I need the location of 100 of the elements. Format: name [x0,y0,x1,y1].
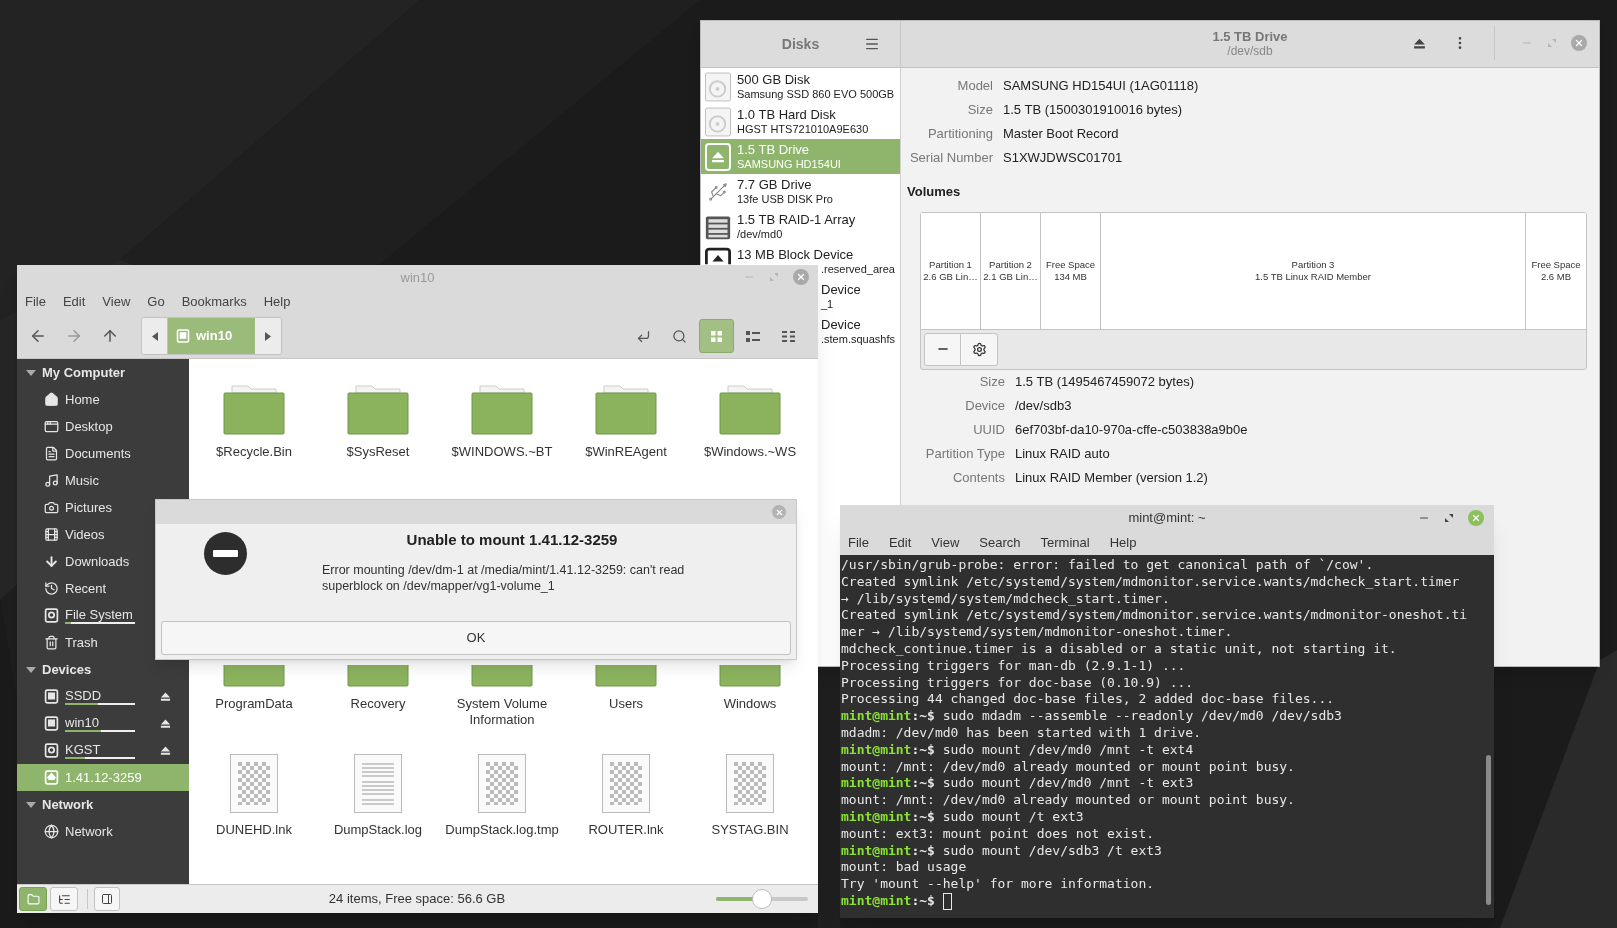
terminal-line: mdadm: /dev/md0 has been started with 1 drive. [840,724,1202,742]
sidebar-label: Music [65,471,99,490]
sidebar-item[interactable]: win10 [17,710,189,737]
search-icon[interactable] [672,328,687,344]
menu-item[interactable]: Terminal [1040,533,1090,553]
folder-icon [471,385,533,435]
property-value: 1.5 TB (1495467459072 bytes) [1015,372,1194,391]
prompt-path: :~$ [911,775,935,793]
drive-item[interactable]: 7.7 GB Drive 13fe USB DISK Pro [701,174,900,209]
menu-item[interactable]: File [25,292,46,312]
menu-item[interactable]: Bookmarks [181,292,247,312]
prompt-user: mint@mint [841,842,912,860]
menu-item[interactable]: File [848,533,869,553]
menu-icon[interactable] [864,36,880,52]
folder-icon [595,385,657,435]
sidebar-item[interactable]: Desktop [17,413,189,440]
property-label: Partition Type [924,444,1005,463]
partition-block[interactable]: Partition 3 1.5 TB Linux RAID Member [1101,212,1526,329]
ok-button[interactable]: OK [161,621,791,655]
menu-item[interactable]: Edit [62,292,86,312]
file-name[interactable]: ProgramData [195,696,313,712]
settings-button[interactable] [961,332,998,366]
zoom-slider[interactable] [714,889,810,909]
menu-item[interactable]: Go [147,292,165,312]
drive-model: SAMSUNG HD154UI [737,156,841,171]
file-name[interactable]: ROUTER.lnk [567,822,685,838]
folder-icon [719,665,781,687]
sidebar-item[interactable]: Music [17,467,189,494]
drive-model: 13fe USB DISK Pro [737,191,833,206]
file-name[interactable]: DUNEHD.lnk [195,822,313,838]
expander-icon[interactable] [26,799,36,810]
maximize-icon[interactable] [1444,513,1454,523]
status-text: 24 items, Free space: 56.6 GB [328,890,506,909]
film-icon [44,527,59,542]
back-icon[interactable] [29,327,47,345]
folder-icon [223,665,285,687]
file-name[interactable]: $WinREAgent [567,444,685,460]
sidebar-label: 1.41.12-3259 [65,768,142,787]
sidebar-title: Disks [781,34,820,54]
sidebar-item[interactable]: Network [17,818,189,845]
menu-item[interactable]: Help [1109,533,1137,553]
menu-item[interactable]: View [102,292,131,312]
sidebar-label: SSDD [65,688,103,703]
partition-block[interactable]: Partition 1 2.6 GB Lin… [921,212,981,329]
property-value: 6ef703bf-da10-970a-cffe-c503838a9b0e [1015,420,1248,439]
sidebar-item[interactable]: SSDD [17,683,189,710]
up-icon[interactable] [101,327,119,345]
globe-icon [44,824,59,839]
drive-icon [44,689,59,704]
drive-item[interactable]: 500 GB Disk Samsung SSD 860 EVO 500GB [701,69,900,104]
drive-name[interactable]: 13 MB Block Device [737,247,854,262]
menu-item[interactable]: Edit [888,533,912,553]
drive-name: 1.0 TB Hard Disk [737,107,836,122]
menu-item[interactable]: Help [263,292,291,312]
sidebar-item[interactable]: KGST [17,737,189,764]
drive-icon [44,743,59,758]
drive-item[interactable]: 1.5 TB RAID-1 Array /dev/md0 [701,209,900,244]
tree-button[interactable] [50,887,78,911]
file-name[interactable]: DumpStack.log.tmp [443,822,561,838]
file-name[interactable]: $Recycle.Bin [195,444,313,460]
sidebar-label: Trash [65,633,98,652]
partition-block[interactable]: Partition 2 2.1 GB Lin… [981,212,1041,329]
folder-icon [347,385,409,435]
sidebar-item[interactable]: Documents [17,440,189,467]
property-label: Model [956,77,993,96]
next-button[interactable] [255,318,281,354]
prompt-user: mint@mint [841,892,912,910]
camera-icon [44,500,59,515]
menu-item[interactable]: View [931,533,960,553]
list-icon [745,330,760,342]
partition-block[interactable]: Free Space 2.6 MB [1526,212,1586,329]
tree-icon [57,892,71,906]
sidebar-toggle-button[interactable] [94,887,120,911]
location-toggle-icon[interactable] [636,328,651,344]
property-label: Contents [951,468,1005,487]
file-name[interactable]: Windows [691,696,809,712]
file-name[interactable]: Recovery [319,696,437,712]
terminal-line: mount: bad usage [840,859,967,877]
menu-item[interactable]: Search [979,533,1021,553]
file-name[interactable]: $WINDOWS.~BT [443,444,561,460]
partition-block[interactable]: Free Space 134 MB [1041,212,1101,329]
drive-model: .reserved_area [821,261,895,276]
file-name[interactable]: $Windows.~WS [691,444,809,460]
expander-icon[interactable] [26,367,36,378]
icon-view-button[interactable] [699,319,734,353]
sidebar-item[interactable]: Home [17,386,189,413]
expander-icon[interactable] [26,664,36,675]
previous-button[interactable] [142,318,168,354]
drive-item[interactable]: 1.0 TB Hard Disk HGST HTS721010A9E630 [701,104,900,139]
error-icon [204,532,247,575]
drive-name[interactable]: Device [821,282,861,297]
prompt-path: :~$ [911,708,935,725]
file-name[interactable]: SYSTAG.BIN [691,822,809,838]
file-name[interactable]: Users [567,696,685,712]
drive-name[interactable]: Device [821,317,861,332]
file-name[interactable]: DumpStack.log [319,822,437,838]
file-name[interactable]: System Volume Information [443,696,561,728]
file-name[interactable]: $SysReset [319,444,437,460]
scrollbar[interactable] [1486,755,1491,905]
text-file-icon [354,754,402,813]
